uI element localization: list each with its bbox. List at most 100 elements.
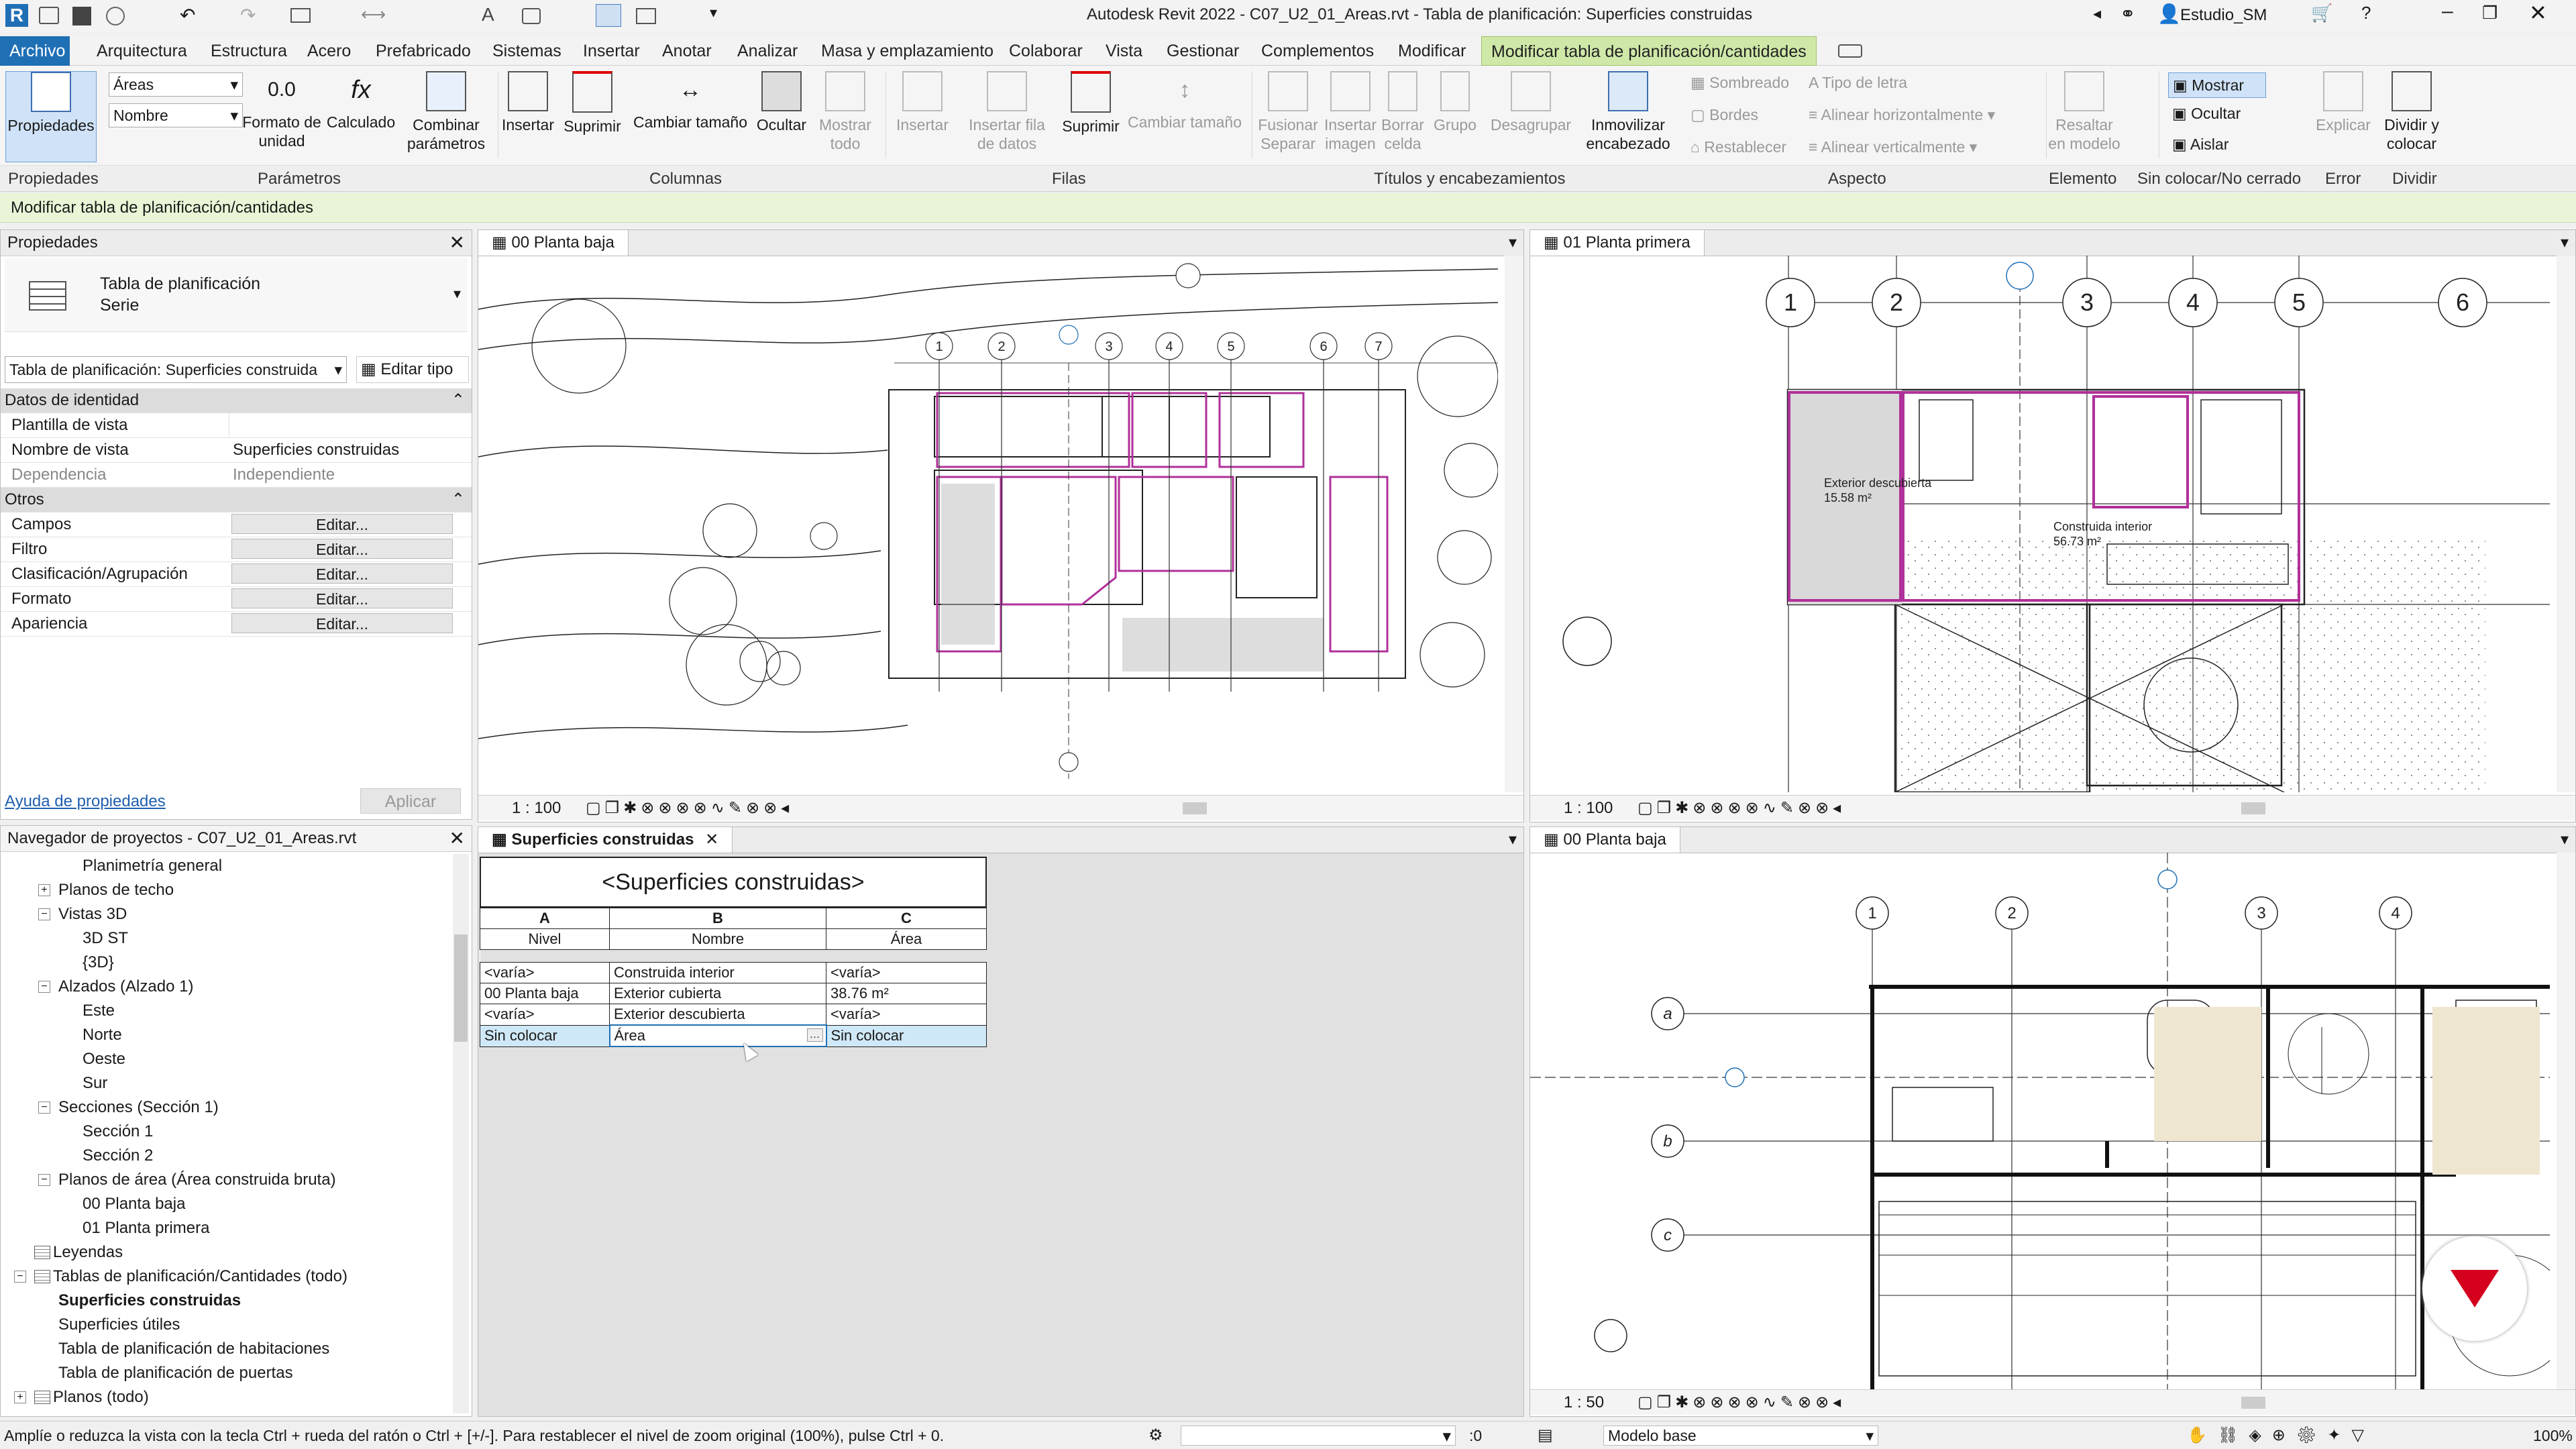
browser-item[interactable]: Tabla de planificación de habitaciones	[1, 1337, 450, 1361]
col-header-nombre[interactable]: Nombre	[609, 928, 826, 950]
mostrar-button[interactable]: ▣ Mostrar	[2168, 72, 2266, 98]
tab-insertar[interactable]: Insertar	[574, 36, 649, 66]
horizontal-scroll-thumb[interactable]	[2241, 1397, 2265, 1409]
close-icon[interactable]: ✕	[705, 830, 718, 849]
floor-plan-drawing[interactable]: 1 2 3 4 5 6 7	[478, 256, 1498, 792]
browser-item[interactable]: Tabla de planificación de puertas	[1, 1361, 450, 1385]
design-option-dropdown[interactable]: Modelo base ▾	[1603, 1426, 1878, 1446]
open-icon[interactable]	[39, 7, 59, 24]
apariencia-edit-button[interactable]: Editar...	[231, 613, 453, 633]
minimize-button[interactable]: –	[2442, 0, 2453, 23]
horizontal-scroll-thumb[interactable]	[2241, 802, 2265, 814]
aislar-button[interactable]: ▣ Aislar	[2172, 136, 2229, 154]
browser-item[interactable]: − Planos de área (Área construida bruta)	[1, 1168, 450, 1192]
filtro-edit-button[interactable]: Editar...	[231, 539, 453, 559]
grupo-button[interactable]: Grupo	[1425, 71, 1485, 162]
insertar-fila-button[interactable]: Insertar	[885, 71, 959, 162]
close-icon[interactable]: ✕	[449, 230, 465, 256]
col-letter[interactable]: B	[609, 908, 826, 929]
print-icon[interactable]	[290, 8, 311, 23]
user-icon[interactable]: 👤	[2157, 3, 2181, 25]
thin-lines-icon[interactable]	[596, 4, 621, 27]
view-controls-icons[interactable]: ▢❐✱⊗⊗⊗⊗∿✎⊗⊗◂	[1638, 796, 1845, 821]
alinear-h-button[interactable]: ≡ Alinear horizontalmente ▾	[1809, 106, 1995, 124]
resaltar-modelo-button[interactable]: Resaltar en modelo	[2047, 71, 2121, 162]
bordes-button[interactable]: ▢ Bordes	[1690, 106, 1758, 124]
expand-icon[interactable]: +	[14, 1391, 26, 1403]
view-menu-icon[interactable]: ▾	[1509, 230, 1517, 256]
floor-plan-drawing[interactable]: 1 2 3 4 a b c	[1530, 853, 2550, 1389]
user-name[interactable]: Estudio_SM	[2180, 6, 2267, 25]
view-scale[interactable]: 1 : 100	[1564, 796, 1613, 821]
collapse-icon[interactable]: −	[38, 908, 50, 920]
view-scroll-vertical[interactable]	[1505, 256, 1523, 792]
browser-item[interactable]: Este	[1, 999, 450, 1023]
cell-editing[interactable]: Área …	[608, 1024, 827, 1047]
col-letter[interactable]: C	[826, 908, 987, 929]
undo-icon[interactable]: ↶	[180, 4, 195, 26]
customize-qat-icon[interactable]: ▾	[710, 4, 717, 21]
view-tab[interactable]: ▦ 00 Planta baja	[478, 230, 629, 256]
tab-vista[interactable]: Vista	[1096, 36, 1152, 66]
switch-windows-icon[interactable]	[636, 8, 656, 24]
cell[interactable]: 00 Planta baja	[480, 983, 610, 1004]
tab-modificar-tabla[interactable]: Modificar tabla de planificación/cantida…	[1481, 36, 1817, 66]
clasificacion-edit-button[interactable]: Editar...	[231, 564, 453, 584]
cell[interactable]: Exterior cubierta	[609, 983, 826, 1004]
selection-filters-icons[interactable]: ✋⛓◈⊕⚙✦▽	[2187, 1426, 2375, 1445]
cell-dropdown-icon[interactable]: …	[806, 1028, 823, 1042]
suprimir-columna-button[interactable]: Suprimir	[553, 71, 632, 162]
dividir-colocar-button[interactable]: Dividir y colocar	[2375, 71, 2449, 162]
view-scroll-vertical[interactable]	[2557, 853, 2575, 1389]
text-icon[interactable]: A	[482, 4, 494, 25]
sync-icon[interactable]	[106, 7, 125, 25]
tab-analizar[interactable]: Analizar	[728, 36, 807, 66]
cell[interactable]: Sin colocar	[826, 1024, 987, 1047]
view-menu-icon[interactable]: ▾	[1509, 827, 1517, 853]
calculado-button[interactable]: fx Calculado	[321, 71, 401, 162]
browser-item[interactable]: Leyendas	[1, 1240, 450, 1265]
combinar-parametros-button[interactable]: Combinar parámetros	[402, 71, 490, 162]
collapse-icon[interactable]: −	[38, 981, 50, 993]
browser-item[interactable]: Sur	[1, 1071, 450, 1095]
col-header-nivel[interactable]: Nivel	[480, 928, 610, 950]
redo-icon[interactable]: ↷	[240, 4, 256, 26]
browser-item[interactable]: Oeste	[1, 1047, 450, 1071]
cambiar-tamano-columna-button[interactable]: ↔ Cambiar tamaño	[627, 71, 754, 162]
cart-icon[interactable]: 🛒	[2311, 3, 2332, 23]
browser-item[interactable]: Superficies útiles	[1, 1313, 450, 1337]
view-scroll-vertical[interactable]	[2557, 256, 2575, 792]
insertar-fila-datos-button[interactable]: Insertar fila de datos	[963, 71, 1051, 162]
floor-plan-drawing[interactable]: 1 2 3 4 5 6 Exterior descubierta 15.58 m² Co…	[1530, 256, 2550, 792]
cell[interactable]: <varía>	[480, 1004, 610, 1026]
view-menu-icon[interactable]: ▾	[2561, 230, 2569, 256]
cell[interactable]: <varía>	[826, 962, 987, 983]
browser-item[interactable]: Sección 1	[1, 1120, 450, 1144]
tab-anotar[interactable]: Anotar	[653, 36, 721, 66]
formato-edit-button[interactable]: Editar...	[231, 588, 453, 608]
default-3d-icon[interactable]	[522, 8, 541, 24]
sombreado-button[interactable]: ▦ Sombreado	[1690, 74, 1789, 92]
apply-button[interactable]: Aplicar	[360, 788, 461, 814]
browser-item[interactable]: {3D}	[1, 951, 450, 975]
editable-only-icon[interactable]: ▤	[1538, 1426, 1553, 1445]
cell[interactable]: 38.76 m²	[826, 983, 987, 1004]
browser-item[interactable]: − Vistas 3D	[1, 902, 450, 926]
browser-item[interactable]: 3D ST	[1, 926, 450, 951]
restore-button[interactable]: ❐	[2482, 3, 2498, 23]
browser-item[interactable]: Planimetría general	[1, 854, 450, 878]
cell[interactable]: <varía>	[826, 1004, 987, 1026]
workset-dropdown[interactable]: ▾	[1181, 1426, 1456, 1446]
collapse-icon[interactable]: −	[38, 1174, 50, 1186]
tab-estructura[interactable]: Estructura	[201, 36, 297, 66]
view-controls-icons[interactable]: ▢❐✱⊗⊗⊗⊗∿✎⊗⊗◂	[586, 796, 793, 821]
col-header-area[interactable]: Área	[826, 928, 987, 950]
view-scale[interactable]: 1 : 100	[512, 796, 561, 821]
tab-gestionar[interactable]: Gestionar	[1157, 36, 1248, 66]
properties-help-link[interactable]: Ayuda de propiedades	[5, 792, 166, 811]
browser-item[interactable]: Superficies construidas	[1, 1289, 450, 1313]
type-selector[interactable]: Tabla de planificación Serie ▾	[5, 258, 468, 332]
view-tab[interactable]: ▦ 01 Planta primera	[1530, 230, 1705, 256]
close-icon[interactable]: ✕	[449, 826, 465, 851]
name-select[interactable]: Nombre ▾	[109, 103, 243, 127]
